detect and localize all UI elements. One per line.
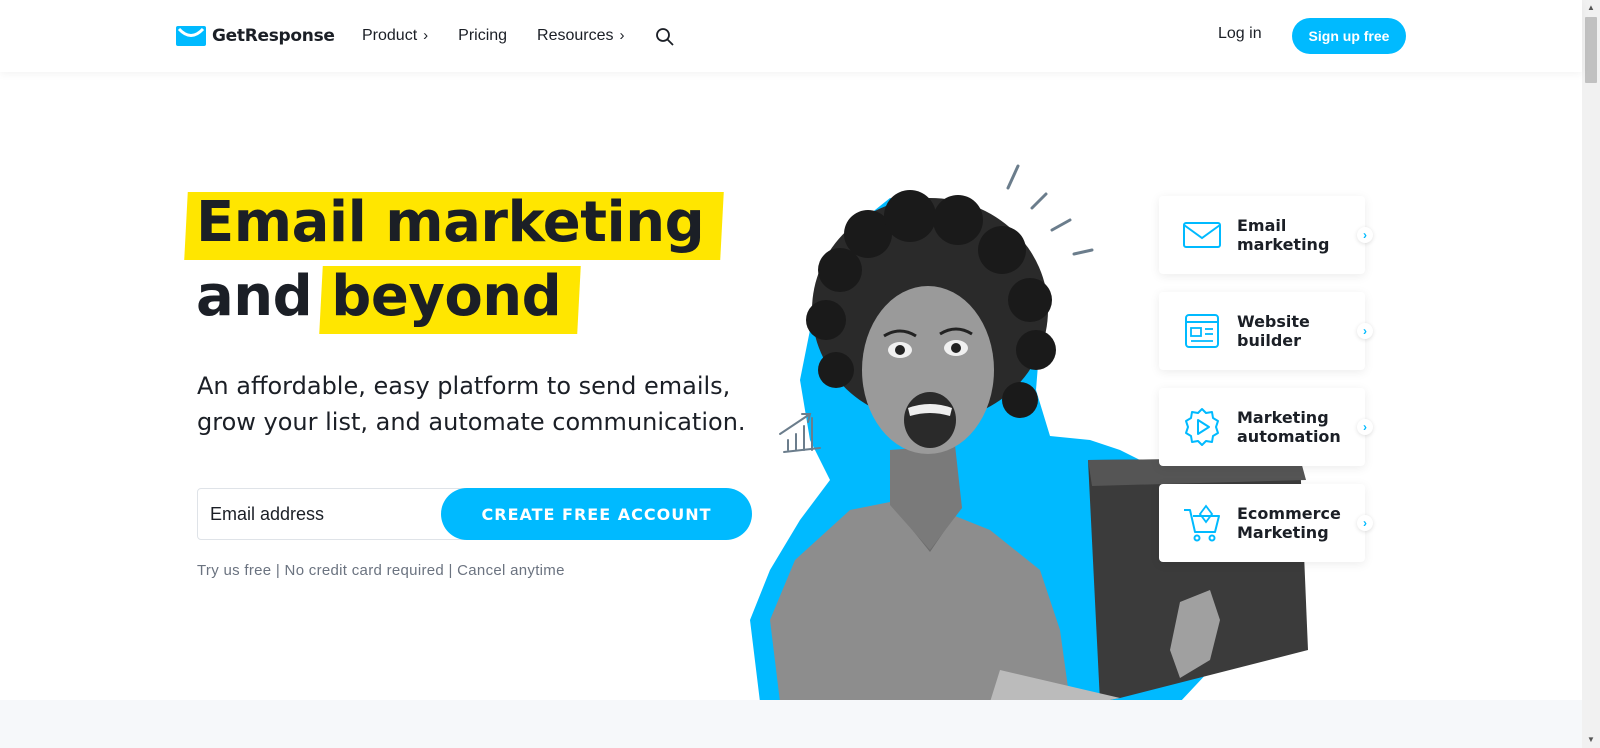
chevron-right-icon: › [1357,419,1373,435]
login-link[interactable]: Log in [1218,25,1262,43]
chevron-right-icon: › [619,27,625,44]
hero-subtitle: An affordable, easy platform to send ema… [197,372,746,436]
scroll-up-arrow-icon[interactable]: ▲ [1586,3,1596,13]
feature-card-email-marketing[interactable]: Email marketing › [1159,196,1373,274]
feature-card-website-builder[interactable]: Website builder › [1159,292,1373,370]
next-section-preview [0,700,1582,748]
feature-label: Email marketing [1237,216,1330,254]
brand-name: GetResponse [212,26,335,46]
site-header: GetResponse Product › Pricing Resources › … [0,0,1582,72]
website-icon [1185,314,1219,348]
signup-button[interactable]: Sign up free [1292,18,1406,54]
main-nav: Product › Pricing Resources › [362,24,675,48]
headline-and: and [196,264,313,329]
feature-label: Website builder [1237,312,1310,350]
headline-line-1: Email marketing [196,186,714,260]
feature-label: Marketing automation [1237,408,1341,446]
trial-note: Try us free | No credit card required | … [197,562,565,579]
envelope-logo-icon [176,26,206,46]
headline-beyond: beyond [331,260,571,334]
search-icon[interactable] [655,27,675,47]
nav-product[interactable]: Product › [362,27,428,45]
chevron-right-icon: › [423,27,429,44]
nav-resources[interactable]: Resources › [537,27,624,45]
nav-pricing[interactable]: Pricing [458,27,507,45]
scroll-down-arrow-icon[interactable]: ▼ [1586,735,1596,745]
getresponse-logo[interactable]: GetResponse [176,24,335,48]
feature-label: Ecommerce Marketing [1237,504,1341,542]
feature-card-marketing-automation[interactable]: Marketing automation › [1159,388,1373,466]
hero-headline: Email marketing and beyond [196,186,714,334]
chevron-right-icon: › [1357,515,1373,531]
chevron-right-icon: › [1357,323,1373,339]
cart-icon [1184,504,1220,542]
feature-card-ecommerce-marketing[interactable]: Ecommerce Marketing › [1159,484,1373,562]
page-scrollbar[interactable]: ▲ ▼ [1582,0,1600,748]
scroll-thumb[interactable] [1585,17,1597,83]
gear-play-icon [1185,408,1219,446]
envelope-icon [1183,222,1221,248]
chevron-right-icon: › [1357,227,1373,243]
create-account-button[interactable]: CREATE FREE ACCOUNT [441,488,752,540]
